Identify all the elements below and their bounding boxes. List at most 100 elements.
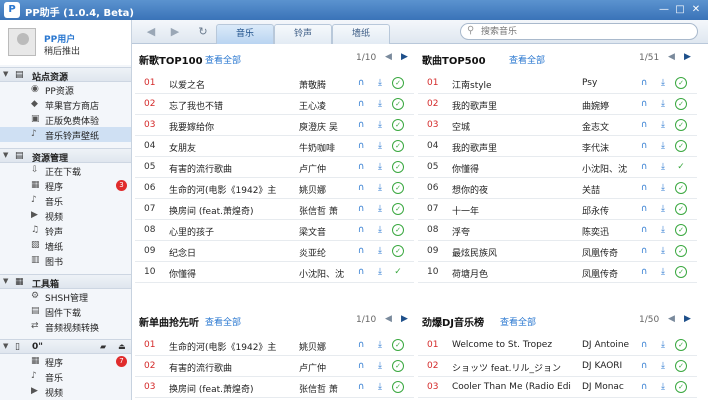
download-icon[interactable]: ⤓ [374, 119, 386, 131]
next-page-icon[interactable]: ▶ [401, 52, 408, 62]
add-circle-icon[interactable]: ✓ [675, 140, 687, 152]
next-page-icon[interactable]: ▶ [684, 314, 691, 324]
next-page-icon[interactable]: ▶ [684, 52, 691, 62]
song-row[interactable]: 04 女朋友 牛奶咖啡 ∩ ⤓ ✓ [135, 136, 414, 157]
song-artist[interactable]: 庾澄庆 吴 [299, 120, 355, 133]
song-row[interactable]: 01 以爱之名 萧敬腾 ∩ ⤓ ✓ [135, 73, 414, 94]
song-row[interactable]: 06 想你的夜 关喆 ∩ ⤓ ✓ [418, 178, 697, 199]
download-icon[interactable]: ⤓ [657, 224, 669, 236]
prev-page-icon[interactable]: ◀ [385, 314, 392, 324]
minimize-button[interactable]: — [658, 4, 670, 16]
maximize-button[interactable]: □ [674, 4, 686, 16]
sidebar-item[interactable]: ⚙ SHSH管理 [0, 289, 131, 304]
add-circle-icon[interactable]: ✓ [392, 224, 404, 236]
headphones-icon[interactable]: ∩ [355, 98, 367, 110]
headphones-icon[interactable]: ∩ [638, 182, 650, 194]
song-row[interactable]: 02 ショッツ feat.リル_ジョン DJ KAORI ∩ ⤓ ✓ [418, 356, 697, 377]
sidebar-item[interactable]: ▤ 固件下载 [0, 304, 131, 319]
song-artist[interactable]: 卢广仲 [299, 162, 355, 175]
headphones-icon[interactable]: ∩ [355, 77, 367, 89]
download-icon[interactable]: ⤓ [374, 98, 386, 110]
sidebar-section-0[interactable]: ▼ ▤ 站点资源 [0, 67, 131, 83]
song-artist[interactable]: DJ Monac [582, 382, 638, 392]
song-title[interactable]: ショッツ feat.リル_ジョン [452, 361, 580, 374]
add-circle-icon[interactable]: ✓ [675, 360, 687, 372]
download-icon[interactable]: ⤓ [657, 77, 669, 89]
logout-link[interactable]: 稍后推出 [44, 44, 80, 57]
sidebar-item[interactable]: ♪ 音乐 [0, 369, 131, 384]
song-title[interactable]: 我要嫁给你 [169, 120, 297, 133]
back-button[interactable]: ◀ [142, 24, 160, 40]
download-icon[interactable]: ⤓ [374, 266, 386, 278]
song-title[interactable]: 最炫民族风 [452, 246, 580, 259]
download-icon[interactable]: ⤓ [657, 381, 669, 393]
song-title[interactable]: 纪念日 [169, 246, 297, 259]
add-circle-icon[interactable]: ✓ [392, 140, 404, 152]
song-title[interactable]: 我的歌声里 [452, 99, 580, 112]
collapse-icon[interactable]: ▼ [3, 342, 8, 350]
view-all-link[interactable]: 查看全部 [205, 315, 241, 328]
song-row[interactable]: 05 你懂得 小沈阳、沈 ∩ ⤓ ✓ [418, 157, 697, 178]
song-artist[interactable]: 炎亚纶 [299, 246, 355, 259]
download-icon[interactable]: ⤓ [374, 140, 386, 152]
sidebar-item[interactable]: ▥ 图书 [0, 253, 131, 268]
headphones-icon[interactable]: ∩ [638, 266, 650, 278]
song-row[interactable]: 07 十一年 邱永传 ∩ ⤓ ✓ [418, 199, 697, 220]
headphones-icon[interactable]: ∩ [638, 161, 650, 173]
song-title[interactable]: 我的歌声里 [452, 141, 580, 154]
song-artist[interactable]: 凤凰传奇 [582, 246, 638, 259]
headphones-icon[interactable]: ∩ [355, 339, 367, 351]
add-circle-icon[interactable]: ✓ [392, 203, 404, 215]
headphones-icon[interactable]: ∩ [638, 245, 650, 257]
headphones-icon[interactable]: ∩ [638, 140, 650, 152]
headphones-icon[interactable]: ∩ [638, 98, 650, 110]
headphones-icon[interactable]: ∩ [638, 203, 650, 215]
song-title[interactable]: 生命的河(电影《1942》主 [169, 340, 297, 353]
search-box[interactable]: ⚲ [460, 23, 698, 40]
song-title[interactable]: 江南style [452, 78, 580, 91]
download-icon[interactable]: ⤓ [657, 266, 669, 278]
add-circle-icon[interactable]: ✓ [675, 266, 687, 278]
song-title[interactable]: 有害的流行歌曲 [169, 361, 297, 374]
sidebar-item[interactable]: ⇩ 正在下载 [0, 163, 131, 178]
song-row[interactable]: 01 江南style Psy ∩ ⤓ ✓ [418, 73, 697, 94]
tab-2[interactable]: 墙纸 [332, 24, 390, 44]
headphones-icon[interactable]: ∩ [638, 119, 650, 131]
refresh-button[interactable]: ↻ [194, 24, 212, 40]
headphones-icon[interactable]: ∩ [638, 77, 650, 89]
headphones-icon[interactable]: ∩ [355, 140, 367, 152]
song-row[interactable]: 08 心里的孩子 梁文音 ∩ ⤓ ✓ [135, 220, 414, 241]
song-title[interactable]: 荷塘月色 [452, 267, 580, 280]
sidebar-item[interactable]: ▦ 程序 7 [0, 354, 131, 369]
download-icon[interactable]: ⤓ [657, 360, 669, 372]
song-row[interactable]: 01 Welcome to St. Tropez DJ Antoine ∩ ⤓ ✓ [418, 335, 697, 356]
song-row[interactable]: 02 我的歌声里 曲婉婷 ∩ ⤓ ✓ [418, 94, 697, 115]
song-artist[interactable]: 邱永传 [582, 204, 638, 217]
headphones-icon[interactable]: ∩ [638, 381, 650, 393]
add-circle-icon[interactable]: ✓ [675, 339, 687, 351]
sidebar-item[interactable]: ⇄ 音频视频转换 [0, 319, 131, 334]
download-icon[interactable]: ⤓ [657, 182, 669, 194]
song-artist[interactable]: 王心凌 [299, 99, 355, 112]
song-row[interactable]: 03 换房间 (feat.萧煌奇) 张信哲 萧 ∩ ⤓ ✓ [135, 377, 414, 398]
song-title[interactable]: 空城 [452, 120, 580, 133]
song-title[interactable]: Cooler Than Me (Radio Edi [452, 382, 580, 392]
song-title[interactable]: 你懂得 [169, 267, 297, 280]
add-circle-icon[interactable]: ✓ [392, 98, 404, 110]
download-icon[interactable]: ⤓ [657, 140, 669, 152]
download-icon[interactable]: ⤓ [657, 203, 669, 215]
download-icon[interactable]: ⤓ [374, 182, 386, 194]
headphones-icon[interactable]: ∩ [355, 161, 367, 173]
sidebar-item[interactable]: ♫ 铃声 [0, 223, 131, 238]
add-circle-icon[interactable]: ✓ [392, 119, 404, 131]
tab-1[interactable]: 铃声 [274, 24, 332, 44]
headphones-icon[interactable]: ∩ [638, 360, 650, 372]
headphones-icon[interactable]: ∩ [355, 245, 367, 257]
headphones-icon[interactable]: ∩ [355, 224, 367, 236]
sidebar-item[interactable]: ▣ 正版免费体验 [0, 112, 131, 127]
song-title[interactable]: 浮夸 [452, 225, 580, 238]
download-icon[interactable]: ⤓ [657, 119, 669, 131]
add-circle-icon[interactable]: ✓ [675, 119, 687, 131]
song-row[interactable]: 03 空城 金志文 ∩ ⤓ ✓ [418, 115, 697, 136]
song-row[interactable]: 05 有害的流行歌曲 卢广仲 ∩ ⤓ ✓ [135, 157, 414, 178]
